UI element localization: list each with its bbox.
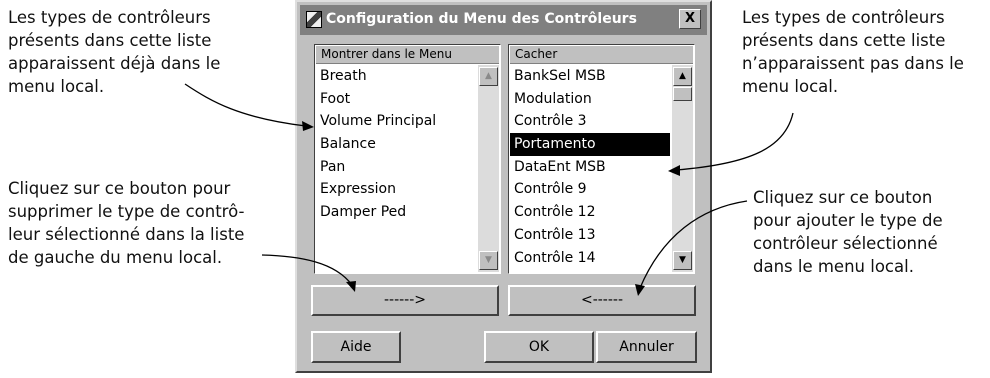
show-in-menu-list[interactable]: Montrer dans le Menu Breath Foot Volume … [314, 44, 501, 274]
annotation-line: Cliquez sur ce bouton [753, 188, 933, 207]
move-to-show-button[interactable]: <------ [508, 285, 696, 316]
list-item[interactable]: Foot [316, 88, 476, 111]
list-item[interactable]: Modulation [510, 88, 670, 111]
list-item[interactable]: Damper Ped [316, 201, 476, 224]
annotation-line: apparaissent déjà dans le [8, 54, 221, 73]
annotation-line: Cliquez sur ce bouton pour [8, 179, 231, 198]
list-item[interactable]: Expression [316, 178, 476, 201]
dialog-titlebar[interactable]: Configuration du Menu des Contrôleurs X [300, 5, 707, 35]
annotation-top-right: Les types de contrôleurs présents dans c… [742, 6, 964, 98]
list-item[interactable]: Breath [316, 65, 476, 88]
list-item[interactable]: Contrôle 9 [510, 178, 670, 201]
help-button[interactable]: Aide [311, 331, 401, 363]
arrow-down-icon[interactable]: ▼ [673, 251, 692, 270]
annotation-line: pour ajouter le type de [753, 211, 943, 230]
annotation-line: présents dans cette liste [742, 31, 946, 50]
list-item[interactable]: Contrôle 13 [510, 224, 670, 247]
annotation-line: contrôleur sélectionné [753, 234, 938, 253]
list-item-selected[interactable]: Portamento [510, 133, 670, 156]
annotation-line: de gauche du menu local. [8, 248, 223, 267]
annotation-line: dans le menu local. [753, 257, 914, 276]
annotation-line: menu local. [8, 77, 105, 96]
controller-menu-dialog: Configuration du Menu des Contrôleurs X … [295, 0, 712, 373]
annotation-line: Les types de contrôleurs [8, 8, 211, 27]
list-item[interactable]: Balance [316, 133, 476, 156]
annotation-line: n’apparaissent pas dans le [742, 54, 964, 73]
dialog-title: Configuration du Menu des Contrôleurs [326, 11, 637, 27]
annotation-line: menu local. [742, 77, 839, 96]
cancel-button[interactable]: Annuler [596, 331, 697, 363]
list-item[interactable]: Contrôle 3 [510, 110, 670, 133]
list-item[interactable]: Volume Principal [316, 110, 476, 133]
list-item[interactable]: Contrôle 14 [510, 247, 670, 270]
list-item[interactable]: Pan [316, 156, 476, 179]
show-list-items: Breath Foot Volume Principal Balance Pan… [316, 65, 476, 224]
arrow-up-icon[interactable]: ▲ [673, 67, 692, 86]
arrow-up-icon[interactable]: ▲ [479, 67, 498, 86]
hide-list[interactable]: Cacher BankSel MSB Modulation Contrôle 3… [508, 44, 695, 274]
annotation-top-left: Les types de contrôleurs présents dans c… [8, 6, 220, 98]
arrow-down-icon[interactable]: ▼ [479, 251, 498, 270]
close-icon[interactable]: X [679, 9, 701, 29]
show-list-scrollbar[interactable]: ▲ ▼ [478, 65, 499, 272]
annotation-line: présents dans cette liste [8, 31, 212, 50]
ok-button[interactable]: OK [484, 331, 594, 363]
move-to-hide-button[interactable]: ------> [311, 285, 499, 316]
annotation-line: supprimer le type de contrô- [8, 202, 245, 221]
annotation-bottom-left: Cliquez sur ce bouton pour supprimer le … [8, 177, 244, 269]
hide-list-scrollbar[interactable]: ▲ ▼ [672, 65, 693, 272]
show-list-header: Montrer dans le Menu [316, 46, 499, 64]
scrollbar-thumb[interactable] [673, 87, 692, 101]
annotation-line: Les types de contrôleurs [742, 8, 945, 27]
annotation-bottom-right: Cliquez sur ce bouton pour ajouter le ty… [753, 186, 943, 278]
hide-list-items: BankSel MSB Modulation Contrôle 3 Portam… [510, 65, 670, 269]
app-icon [306, 11, 322, 28]
list-item[interactable]: BankSel MSB [510, 65, 670, 88]
annotation-line: leur sélectionné dans la liste [8, 225, 245, 244]
list-item[interactable]: DataEnt MSB [510, 156, 670, 179]
list-item[interactable]: Contrôle 12 [510, 201, 670, 224]
hide-list-header: Cacher [510, 46, 693, 64]
